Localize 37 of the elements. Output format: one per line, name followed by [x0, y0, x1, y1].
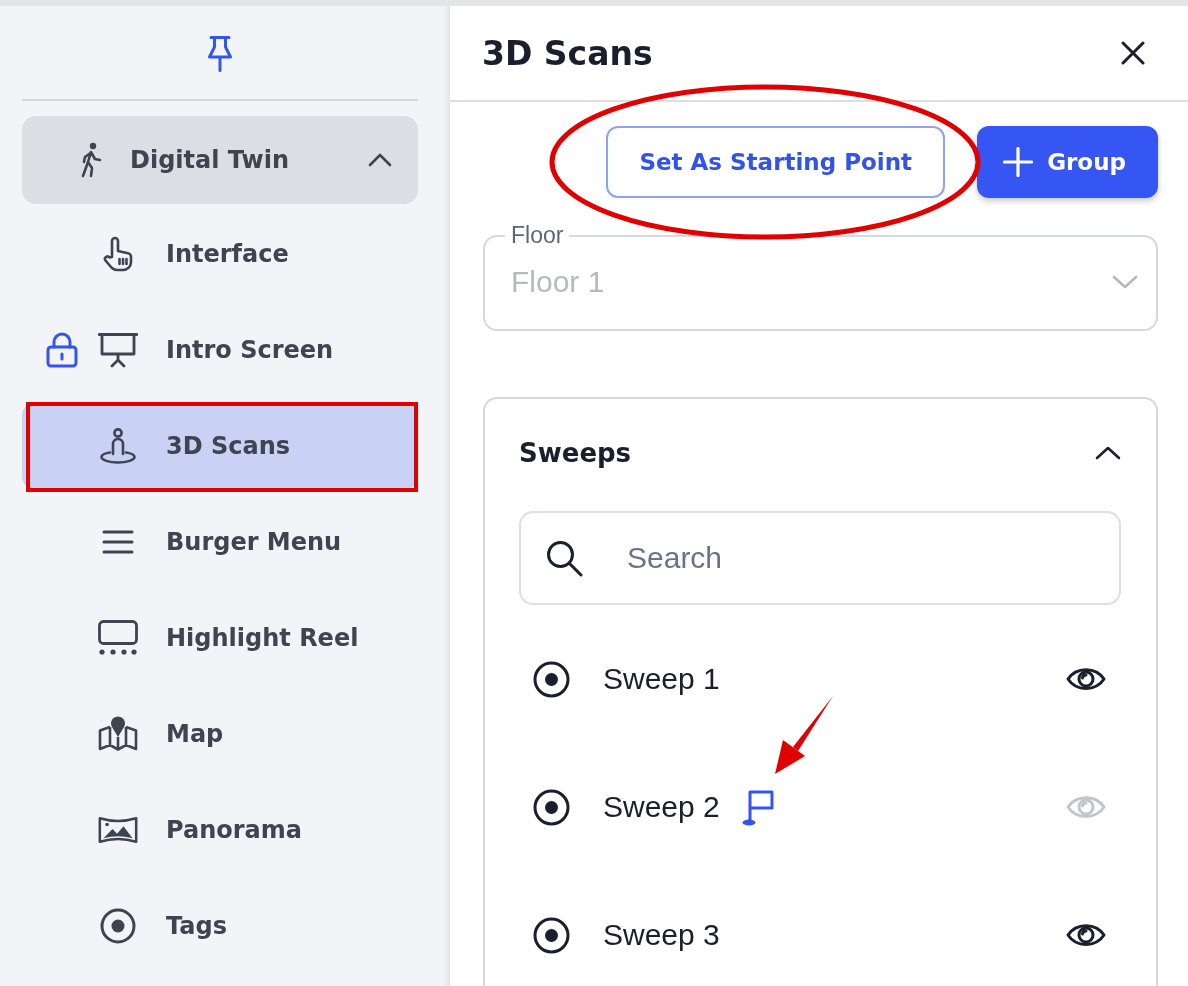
circle-dot-icon — [100, 908, 136, 944]
circle-dot-icon — [533, 916, 570, 954]
search-field[interactable]: Search — [519, 511, 1121, 605]
screen-dots-icon — [98, 620, 138, 656]
eye-icon[interactable] — [1066, 665, 1106, 693]
add-group-button[interactable]: Group — [977, 126, 1158, 198]
circle-dot-icon — [533, 788, 570, 826]
action-button[interactable]: Set As Starting Point — [606, 126, 946, 198]
eye-icon[interactable] — [1066, 921, 1106, 949]
pointing-hand-icon — [102, 236, 134, 272]
sidebar-group-header[interactable]: Digital Twin — [22, 116, 418, 204]
floor-value: Floor 1 — [511, 265, 605, 299]
panorama-icon — [98, 815, 138, 845]
plus-icon — [1003, 147, 1034, 177]
sidebar-item[interactable]: Burger Menu — [22, 498, 418, 586]
floor-label: Floor — [510, 222, 565, 249]
chevron-down-icon — [1112, 275, 1138, 289]
menu-icon — [102, 529, 134, 555]
chevron-icon[interactable] — [1095, 446, 1121, 460]
sweep-name: Sweep 2 — [603, 790, 720, 824]
panel-title: 3D Scans — [482, 33, 653, 73]
sidebar-item[interactable]: Panorama — [22, 786, 418, 874]
map-icon — [98, 716, 138, 752]
close-icon[interactable] — [1121, 41, 1145, 65]
sweep-name: Sweep 1 — [603, 662, 720, 696]
sidebar-item[interactable]: Intro Screen — [22, 306, 418, 394]
circle-dot-icon — [533, 660, 570, 698]
person-pin-icon — [100, 428, 136, 464]
sweep-name: Sweep 3 — [603, 918, 720, 952]
search-icon — [545, 539, 583, 577]
sidebar-item[interactable]: Highlight Reel — [22, 594, 418, 682]
sweeps-title: Sweeps — [519, 438, 632, 468]
sidebar-item[interactable]: Map — [22, 690, 418, 778]
pin-icon[interactable] — [207, 35, 233, 72]
sidebar-item[interactable]: Tags — [22, 882, 418, 970]
presentation-board-icon — [98, 332, 138, 368]
sidebar-item[interactable]: Interface — [22, 210, 418, 298]
